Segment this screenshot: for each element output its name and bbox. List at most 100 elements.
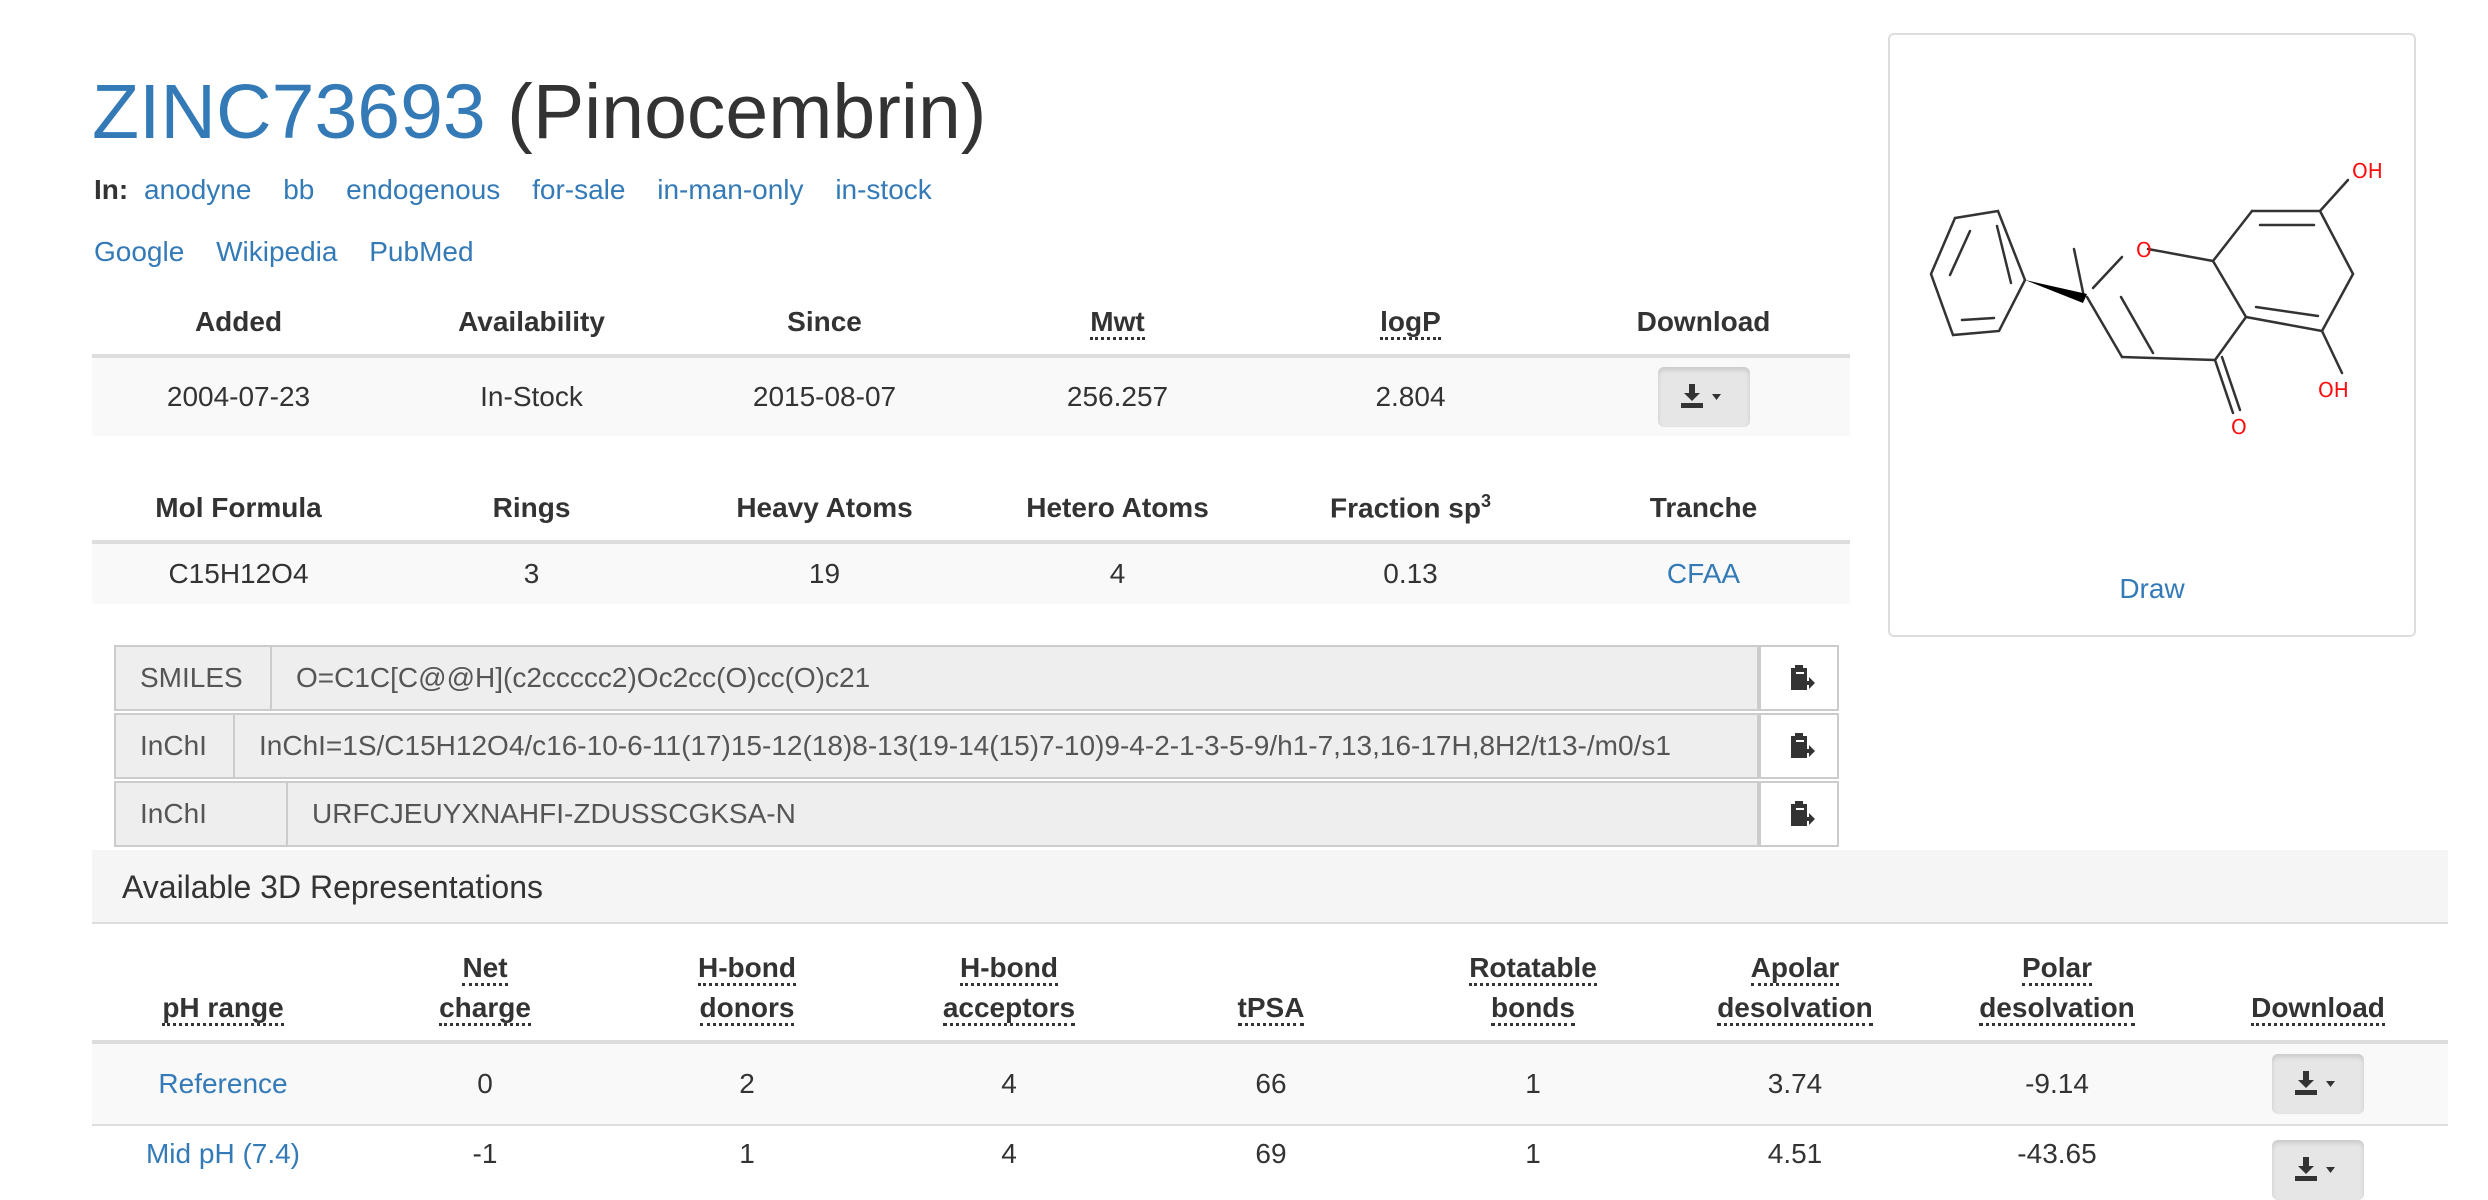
copy-smiles-button[interactable] (1759, 645, 1839, 711)
header-hbond-acceptors: H-bond acceptors (878, 938, 1140, 1044)
mol-formula-value: C15H12O4 (92, 542, 385, 604)
availability-value: In-Stock (385, 356, 678, 436)
wikipedia-link[interactable]: Wikipedia (216, 236, 337, 267)
page-title: ZINC73693 (Pinocembrin) (92, 66, 986, 158)
molecule-structure-image[interactable]: O OH OH O (1890, 35, 2418, 555)
fraction-sp3-value: 0.13 (1264, 542, 1557, 604)
ph-range-link-reference[interactable]: Reference (158, 1068, 287, 1099)
tpsa-cell: 69 (1140, 1124, 1402, 1200)
polar-desolvation-cell: -9.14 (1926, 1042, 2188, 1125)
mwt-abbr[interactable]: Mwt (1090, 306, 1145, 340)
header-ph-range: pH range (92, 938, 354, 1044)
header-rotatable-bonds: Rotatable bonds (1402, 938, 1664, 1044)
table-row: Reference 0 2 4 66 1 3.74 -9.14 (92, 1042, 2448, 1125)
external-links: Google Wikipedia PubMed (94, 234, 498, 270)
ring-oxygen-label: O (2136, 238, 2152, 262)
inchi-row: InChI InChI=1S/C15H12O4/c16-10-6-11(17)1… (114, 713, 1839, 779)
net-charge-cell: 0 (354, 1042, 616, 1125)
fraction-sp-label: Fraction sp (1330, 492, 1481, 524)
logp-abbr[interactable]: logP (1380, 306, 1441, 340)
catalog-link-in-man-only[interactable]: in-man-only (657, 174, 803, 205)
draw-link[interactable]: Draw (1890, 573, 2414, 605)
heavy-atoms-value: 19 (678, 542, 971, 604)
inchikey-label: InChI Key (114, 781, 288, 891)
tranche-cell: CFAA (1557, 542, 1850, 604)
download-cell (2188, 1124, 2448, 1200)
tranche-link[interactable]: CFAA (1667, 558, 1740, 589)
smiles-row: SMILES O=C1C[C@@H](c2ccccc2)Oc2cc(O)cc(O… (114, 645, 1839, 711)
header-since: Since (678, 290, 971, 358)
copy-inchikey-button[interactable] (1759, 781, 1839, 847)
header-polar-desolvation: Polar desolvation (1926, 938, 2188, 1044)
hydroxyl-bottom-label: OH (2318, 378, 2349, 402)
header-tpsa: tPSA (1140, 938, 1402, 1044)
header-mwt: Mwt (971, 290, 1264, 358)
catalog-link-in-stock[interactable]: in-stock (835, 174, 931, 205)
rotatable-bonds-abbr[interactable]: Rotatable bonds (1469, 952, 1597, 1026)
inchi-label: InChI (114, 713, 235, 779)
header-mol-formula: Mol Formula (92, 476, 385, 544)
rotatable-bonds-cell: 1 (1402, 1042, 1664, 1125)
smiles-label: SMILES (114, 645, 272, 711)
representations-table: pH range Net charge H-bond donors H-bond ac… (92, 938, 2448, 1200)
header-hetero-atoms: Hetero Atoms (971, 476, 1264, 544)
catalog-link-anodyne[interactable]: anodyne (144, 174, 251, 205)
hbond-acceptors-abbr[interactable]: H-bond acceptors (942, 952, 1076, 1026)
smiles-field[interactable]: O=C1C[C@@H](c2ccccc2)Oc2cc(O)cc(O)c21 (272, 645, 1759, 711)
header-availability: Availability (385, 290, 678, 358)
properties-table-2: Mol Formula Rings Heavy Atoms Hetero Ato… (92, 476, 1850, 604)
apolar-desolvation-cell: 3.74 (1664, 1042, 1926, 1125)
header-logp: logP (1264, 290, 1557, 358)
ph-range-abbr[interactable]: pH range (162, 992, 284, 1026)
zinc-id-link[interactable]: ZINC73693 (92, 69, 486, 155)
apolar-desolvation-abbr[interactable]: Apolar desolvation (1717, 952, 1873, 1026)
keto-oxygen-label: O (2231, 415, 2247, 439)
polar-desolvation-abbr[interactable]: Polar desolvation (1979, 952, 2135, 1026)
since-value: 2015-08-07 (678, 356, 971, 436)
download-button[interactable] (2272, 1140, 2364, 1200)
apolar-desolvation-cell: 4.51 (1664, 1124, 1926, 1200)
catalog-link-for-sale[interactable]: for-sale (532, 174, 625, 205)
pubmed-link[interactable]: PubMed (369, 236, 473, 267)
download-button[interactable] (1657, 367, 1750, 427)
hydroxyl-top-label: OH (2352, 159, 2383, 183)
ph-range-cell: Reference (92, 1042, 354, 1125)
representations-heading: Available 3D Representations (92, 850, 2448, 924)
catalog-link-bb[interactable]: bb (283, 174, 314, 205)
structure-panel: O OH OH O Draw (1888, 33, 2416, 637)
download-icon (2295, 1157, 2335, 1181)
header-heavy-atoms: Heavy Atoms (678, 476, 971, 544)
rotatable-bonds-cell: 1 (1402, 1124, 1664, 1200)
header-fraction-sp3: Fraction sp3 (1264, 476, 1557, 544)
hbond-donors-abbr[interactable]: H-bond donors (698, 952, 796, 1026)
header-download: Download (1557, 290, 1850, 358)
inchikey-row: InChI Key URFCJEUYXNAHFI-ZDUSSCGKSA-N (114, 781, 1839, 891)
mwt-value: 256.257 (971, 356, 1264, 436)
clipboard-icon (1791, 801, 1815, 826)
inchi-field[interactable]: InChI=1S/C15H12O4/c16-10-6-11(17)15-12(1… (235, 713, 1759, 779)
hbond-donors-cell: 2 (616, 1042, 878, 1125)
google-link[interactable]: Google (94, 236, 184, 267)
download-abbr[interactable]: Download (2251, 992, 2385, 1026)
rings-value: 3 (385, 542, 678, 604)
catalogs-label: In: (94, 174, 129, 205)
download-cell (2188, 1042, 2448, 1125)
tpsa-abbr[interactable]: tPSA (1237, 992, 1305, 1026)
download-button[interactable] (2272, 1054, 2364, 1114)
clipboard-icon (1791, 733, 1815, 758)
ph-range-link-mid[interactable]: Mid pH (7.4) (146, 1138, 300, 1169)
copy-inchi-button[interactable] (1759, 713, 1839, 779)
header-tranche: Tranche (1557, 476, 1850, 544)
net-charge-abbr[interactable]: Net charge (439, 952, 531, 1026)
caret-down-icon (1711, 394, 1721, 400)
hbond-acceptors-cell: 4 (878, 1042, 1140, 1125)
polar-desolvation-cell: -43.65 (1926, 1124, 2188, 1200)
hbond-acceptors-cell: 4 (878, 1124, 1140, 1200)
inchikey-field[interactable]: URFCJEUYXNAHFI-ZDUSSCGKSA-N (288, 781, 1759, 847)
catalog-link-endogenous[interactable]: endogenous (346, 174, 500, 205)
download-cell (1557, 356, 1850, 436)
header-download: Download (2188, 938, 2448, 1044)
added-value: 2004-07-23 (92, 356, 385, 436)
properties-table: Added Availability Since Mwt logP Downlo… (92, 290, 1850, 436)
download-icon (2295, 1071, 2335, 1095)
